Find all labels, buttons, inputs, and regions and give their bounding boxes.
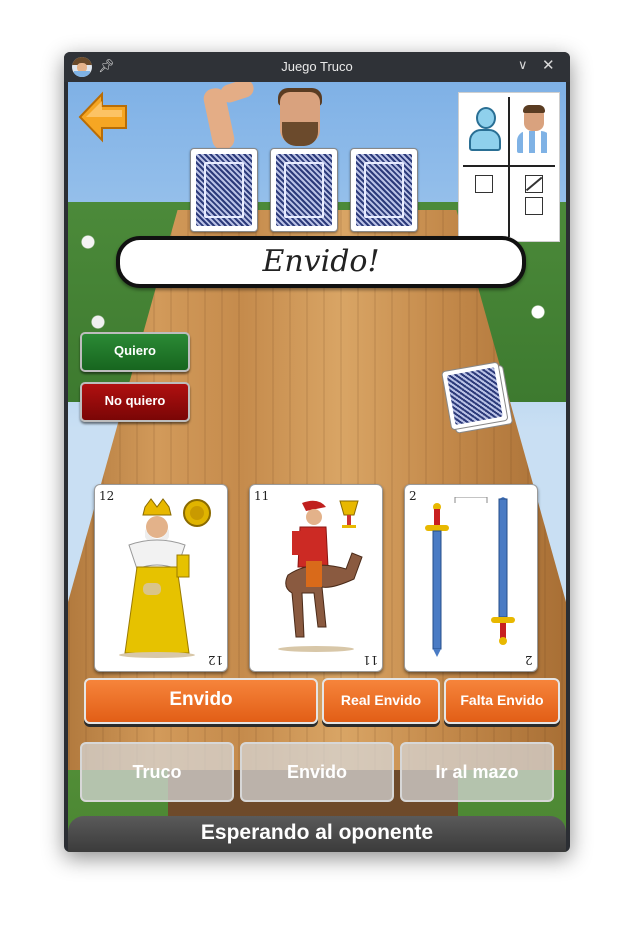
close-icon[interactable]: ✕ (542, 56, 555, 74)
scoreboard-divider-vertical (508, 97, 510, 237)
scoreboard (458, 92, 560, 242)
king-figure-icon (119, 498, 211, 658)
card-number-inverted: 11 (362, 653, 378, 667)
game-window: 📌︎ Juego Truco ∨ ✕ Envido! Quiero No qui… (64, 52, 570, 852)
player-tally-box (475, 175, 493, 193)
opponent-tally-box (525, 197, 543, 215)
opponent-card-back (190, 148, 258, 232)
announcement-banner: Envido! (116, 236, 526, 288)
real-envido-button[interactable]: Real Envido (322, 678, 440, 724)
announcement-text: Envido! (262, 244, 380, 279)
minimize-chevron-icon[interactable]: ∨ (518, 57, 528, 73)
horseman-figure-icon (278, 500, 363, 652)
back-arrow-icon[interactable] (78, 90, 130, 144)
title-bar: 📌︎ Juego Truco ∨ ✕ (64, 52, 570, 82)
game-scene: Envido! Quiero No quiero 12 12 11 11 2 2… (68, 82, 566, 852)
user-icon (469, 107, 501, 151)
card-number: 2 (409, 489, 417, 503)
falta-envido-button[interactable]: Falta Envido (444, 678, 560, 724)
player-card-rey-de-oros[interactable]: 12 12 (94, 484, 228, 672)
status-bar: Esperando al oponente (68, 816, 566, 852)
ir-al-mazo-button-disabled: Ir al mazo (400, 742, 554, 802)
window-title: Juego Truco (281, 59, 353, 74)
envido-button[interactable]: Envido (84, 678, 318, 724)
player-card-caballo-de-copas[interactable]: 11 11 (249, 484, 383, 672)
no-quiero-button[interactable]: No quiero (80, 382, 190, 422)
card-deck (441, 361, 514, 434)
opponent-card-back (350, 148, 418, 232)
card-number-inverted: 12 (207, 653, 223, 667)
opponent-card-back (270, 148, 338, 232)
status-text: Esperando al oponente (200, 821, 434, 844)
truco-button-disabled: Truco (80, 742, 234, 802)
opponent-avatar-icon (515, 105, 553, 155)
envido-button-disabled: Envido (240, 742, 394, 802)
sword-suit-icon (425, 497, 515, 657)
opponent-tally-box (525, 175, 543, 193)
scoreboard-divider-horizontal (463, 165, 555, 167)
quiero-button[interactable]: Quiero (80, 332, 190, 372)
card-number-inverted: 2 (525, 653, 533, 667)
player-card-dos-de-espadas[interactable]: 2 2 (404, 484, 538, 672)
